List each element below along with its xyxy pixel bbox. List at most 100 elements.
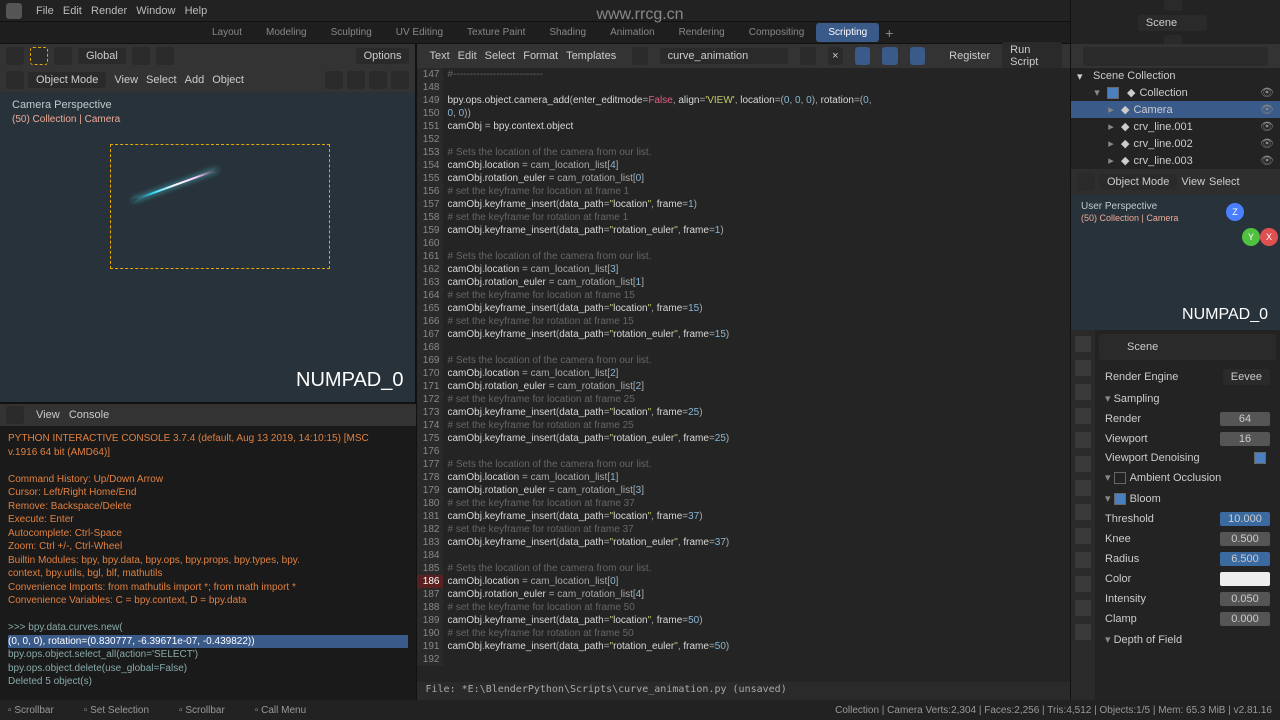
vp-menu-add[interactable]: Add (185, 74, 205, 86)
script-line[interactable]: 180# set the keyframe for location at fr… (417, 497, 1070, 510)
text-file-icon[interactable] (632, 47, 647, 65)
tab-compositing[interactable]: Compositing (737, 23, 817, 42)
script-line[interactable]: 187camObj.rotation_euler = cam_rotation_… (417, 588, 1070, 601)
pivot-icon[interactable] (132, 47, 150, 65)
options-dropdown[interactable]: Options (356, 48, 410, 64)
outliner-item-crv_line-002[interactable]: ▸◆crv_line.002👁 (1071, 135, 1280, 152)
outliner-item-collection[interactable]: ▾◆Collection👁 (1071, 84, 1280, 101)
constraint-tab-icon[interactable] (1075, 552, 1091, 568)
eye-icon[interactable]: 👁 (1260, 103, 1274, 116)
tab-modeling[interactable]: Modeling (254, 23, 319, 42)
menu-window[interactable]: Window (136, 5, 175, 17)
texture-tab-icon[interactable] (1075, 624, 1091, 640)
cursor-icon[interactable] (6, 47, 24, 65)
script-line[interactable]: 183camObj.keyframe_insert(data_path="rot… (417, 536, 1070, 549)
script-line[interactable]: 151camObj = bpy.context.object (417, 120, 1070, 133)
syntax-highlight-icon[interactable] (910, 47, 925, 65)
tab-rendering[interactable]: Rendering (667, 23, 737, 42)
outliner-item-crv_line-003[interactable]: ▸◆crv_line.003👁 (1071, 152, 1280, 169)
modifier-tab-icon[interactable] (1075, 480, 1091, 496)
script-body[interactable]: 147#---------------------------148 149bp… (417, 68, 1070, 682)
render-tab-icon[interactable] (1075, 336, 1091, 352)
script-line[interactable]: 191camObj.keyframe_insert(data_path="rot… (417, 640, 1070, 653)
script-line[interactable]: 164# set the keyframe for location at fr… (417, 289, 1070, 302)
menu-help[interactable]: Help (185, 5, 208, 17)
text-menu-format[interactable]: Format (523, 50, 558, 62)
script-line[interactable]: 155camObj.rotation_euler = cam_rotation_… (417, 172, 1070, 185)
viewport-denoise-checkbox[interactable] (1254, 452, 1266, 464)
dof-panel[interactable]: Depth of Field (1099, 629, 1276, 650)
script-line[interactable]: 1500, 0)) (417, 107, 1070, 120)
script-line[interactable]: 159camObj.keyframe_insert(data_path="rot… (417, 224, 1070, 237)
text-unlink-icon[interactable]: × (828, 47, 843, 65)
menu-file[interactable]: File (36, 5, 54, 17)
script-line[interactable]: 181camObj.keyframe_insert(data_path="loc… (417, 510, 1070, 523)
scene-collection-row[interactable]: ▾ Scene Collection (1071, 68, 1280, 84)
script-line[interactable]: 154camObj.location = cam_location_list[4… (417, 159, 1070, 172)
script-line[interactable]: 153# Sets the location of the camera fro… (417, 146, 1070, 159)
script-line[interactable]: 156# set the keyframe for location at fr… (417, 185, 1070, 198)
word-wrap-icon[interactable] (882, 47, 897, 65)
scene-tab-icon[interactable] (1075, 408, 1091, 424)
script-line[interactable]: 176 (417, 445, 1070, 458)
viewport[interactable]: Global Options Object Mode ViewSelectAdd… (0, 44, 416, 402)
outliner-search[interactable] (1083, 47, 1268, 66)
outliner-item-camera[interactable]: ▸◆Camera👁 (1071, 101, 1280, 118)
text-file-name[interactable]: curve_animation (660, 48, 789, 64)
add-workspace-button[interactable]: + (885, 25, 893, 41)
script-line[interactable]: 179camObj.rotation_euler = cam_rotation_… (417, 484, 1070, 497)
tab-layout[interactable]: Layout (200, 23, 254, 42)
nav-gizmo[interactable]: Z Y X (1210, 203, 1260, 253)
script-line[interactable]: 172# set the keyframe for location at fr… (417, 393, 1070, 406)
x-axis-icon[interactable]: X (1260, 228, 1278, 246)
output-tab-icon[interactable] (1075, 360, 1091, 376)
script-line[interactable]: 192 (417, 653, 1070, 666)
run-script-button[interactable]: Run Script (1002, 42, 1062, 70)
menu-edit[interactable]: Edit (63, 5, 82, 17)
console-menu-view[interactable]: View (36, 409, 60, 421)
tab-animation[interactable]: Animation (598, 23, 666, 42)
color-swatch[interactable] (1220, 572, 1270, 586)
tab-sculpting[interactable]: Sculpting (319, 23, 384, 42)
text-menu-text[interactable]: Text (429, 50, 449, 62)
vp-menu-view[interactable]: View (114, 74, 138, 86)
blender-logo-icon[interactable] (6, 3, 22, 19)
script-line[interactable]: 152 (417, 133, 1070, 146)
eye-icon[interactable]: 👁 (1260, 137, 1274, 150)
select-menu[interactable]: Select (1209, 176, 1240, 188)
mode-dropdown[interactable]: Object Mode (1099, 174, 1177, 190)
text-menu-select[interactable]: Select (485, 50, 516, 62)
scene-icon[interactable] (1164, 0, 1182, 11)
script-line[interactable]: 157camObj.keyframe_insert(data_path="loc… (417, 198, 1070, 211)
shading-matcap-icon[interactable] (369, 71, 387, 89)
script-line[interactable]: 169# Sets the location of the camera fro… (417, 354, 1070, 367)
script-line[interactable]: 148 (417, 81, 1070, 94)
shading-solid-icon[interactable] (347, 71, 365, 89)
object-tab-icon[interactable] (1075, 456, 1091, 472)
radius-value[interactable]: 6.500 (1220, 552, 1270, 566)
sampling-panel[interactable]: Sampling (1099, 388, 1276, 409)
outliner[interactable]: ▾ Scene Collection ▾◆Collection👁▸◆Camera… (1071, 68, 1280, 169)
render-samples-value[interactable]: 64 (1220, 412, 1270, 426)
script-line[interactable]: 161# Sets the location of the camera fro… (417, 250, 1070, 263)
magnet-icon[interactable] (156, 47, 174, 65)
script-line[interactable]: 167camObj.keyframe_insert(data_path="rot… (417, 328, 1070, 341)
eye-icon[interactable]: 👁 (1260, 120, 1274, 133)
world-tab-icon[interactable] (1075, 432, 1091, 448)
scene-prop-name[interactable]: Scene (1127, 341, 1158, 353)
script-line[interactable]: 189camObj.keyframe_insert(data_path="loc… (417, 614, 1070, 627)
tab-texture-paint[interactable]: Texture Paint (455, 23, 537, 42)
mini-viewport[interactable]: User Perspective (50) Collection | Camer… (1071, 195, 1280, 330)
script-line[interactable]: 162camObj.location = cam_location_list[3… (417, 263, 1070, 276)
console-editor-icon[interactable] (6, 406, 24, 424)
y-axis-icon[interactable]: Y (1242, 228, 1260, 246)
script-line[interactable]: 170camObj.location = cam_location_list[2… (417, 367, 1070, 380)
script-line[interactable]: 185# Sets the location of the camera fro… (417, 562, 1070, 575)
threshold-value[interactable]: 10.000 (1220, 512, 1270, 526)
material-tab-icon[interactable] (1075, 600, 1091, 616)
script-line[interactable]: 190# set the keyframe for rotation at fr… (417, 627, 1070, 640)
eye-icon[interactable]: 👁 (1260, 86, 1274, 99)
ao-checkbox[interactable] (1114, 472, 1126, 484)
script-line[interactable]: 171camObj.rotation_euler = cam_rotation_… (417, 380, 1070, 393)
script-line[interactable]: 165camObj.keyframe_insert(data_path="loc… (417, 302, 1070, 315)
